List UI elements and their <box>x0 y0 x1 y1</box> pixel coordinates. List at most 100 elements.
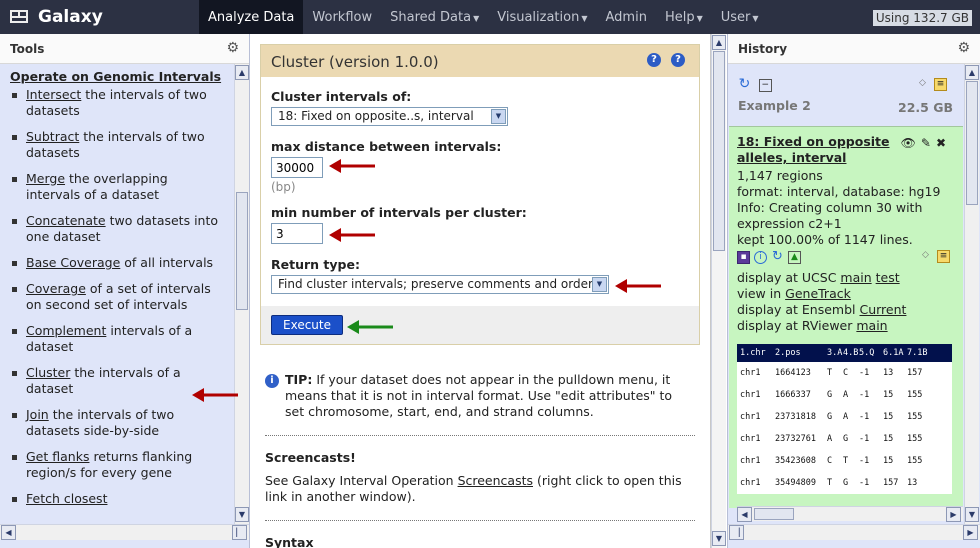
scroll-thumb[interactable] <box>236 192 248 310</box>
tool-panel-footer-scrollbar[interactable]: ◀ ▏ <box>0 524 249 540</box>
tool-link[interactable]: Fetch closest <box>26 491 107 506</box>
peek-cell: 1664123 <box>775 368 811 378</box>
peek-header-cell: 2.pos <box>775 348 801 358</box>
ensembl-current-link[interactable]: Current <box>859 302 906 317</box>
min-intervals-input[interactable] <box>271 223 323 244</box>
tool-section-title[interactable]: Operate on Genomic Intervals <box>10 69 234 84</box>
cluster-of-select[interactable]: 18: Fixed on opposite..s, interval ▼ <box>271 107 508 126</box>
peek-cell: 15 <box>883 390 894 400</box>
pencil-icon[interactable]: ✎ <box>921 136 936 150</box>
rviewer-label: display at RViewer <box>737 318 857 333</box>
genetrack-link[interactable]: GeneTrack <box>785 286 851 301</box>
collapse-left-icon[interactable]: ▏ <box>232 525 247 540</box>
divider <box>265 520 695 521</box>
screencasts-link[interactable]: Screencasts <box>458 473 533 488</box>
tool-item: Intersect the intervals of two datasets <box>10 87 225 119</box>
scroll-left-arrow-icon[interactable]: ◀ <box>1 525 16 540</box>
dataset-hscrollbar[interactable]: ◀ ▶ <box>737 506 963 522</box>
tool-help-icon[interactable]: ? <box>671 53 685 67</box>
annotation-icon[interactable]: ≡ <box>934 78 947 91</box>
ucsc-test-link[interactable]: test <box>876 270 900 285</box>
tool-options-icon[interactable]: ? <box>647 53 661 67</box>
tool-item: Fetch closest <box>10 491 225 507</box>
collapse-icon[interactable]: − <box>758 79 772 92</box>
nav-tab-shared-data[interactable]: Shared Data ▼ <box>381 0 488 34</box>
scroll-down-arrow-icon[interactable]: ▼ <box>235 507 249 522</box>
tool-item: Get flanks returns flanking region/s for… <box>10 449 225 481</box>
nav-tab-visualization[interactable]: Visualization ▼ <box>488 0 596 34</box>
scroll-left-arrow-icon[interactable]: ◀ <box>737 507 752 522</box>
chevron-down-icon[interactable]: ▼ <box>592 277 607 292</box>
scroll-thumb[interactable] <box>713 51 725 251</box>
tool-link[interactable]: Cluster <box>26 365 70 380</box>
display-ucsc-label: display at UCSC <box>737 270 841 285</box>
tool-link[interactable]: Get flanks <box>26 449 89 464</box>
center-scrollbar[interactable]: ▲ ▼ <box>711 34 726 548</box>
tool-link[interactable]: Coverage <box>26 281 86 296</box>
nav-tab-label: User <box>720 9 751 25</box>
history-footer-scrollbar[interactable]: ▕ ▶ <box>728 524 980 540</box>
execute-button[interactable]: Execute <box>271 315 343 335</box>
tool-panel-gear-icon[interactable]: ⚙ <box>226 40 239 56</box>
scroll-up-arrow-icon[interactable]: ▲ <box>235 65 249 80</box>
visualize-icon[interactable]: ▲ <box>788 251 801 264</box>
tool-panel-header: Tools ⚙ <box>0 34 249 64</box>
history-scrollbar[interactable]: ▲ ▼ <box>964 64 979 524</box>
peek-cell: 1666337 <box>775 390 811 400</box>
tool-panel-scrollbar[interactable]: ▲ ▼ <box>234 64 249 524</box>
peek-cell: -1 <box>859 456 870 466</box>
tag-icon[interactable]: ◇ <box>916 78 929 91</box>
eye-icon[interactable]: 👁 <box>901 136 921 150</box>
rerun-icon[interactable]: ↻ <box>771 250 784 264</box>
delete-icon[interactable]: ✖ <box>936 136 951 150</box>
refresh-icon[interactable]: ↻ <box>738 77 751 92</box>
history-size: 22.5 GB <box>898 100 953 115</box>
tool-link[interactable]: Complement <box>26 323 106 338</box>
peek-cell: G <box>827 412 833 422</box>
peek-cell: T <box>827 368 833 378</box>
rviewer-main-link[interactable]: main <box>856 318 887 333</box>
brand[interactable]: Galaxy <box>8 5 103 29</box>
return-type-select[interactable]: Find cluster intervals; preserve comment… <box>271 275 609 294</box>
scroll-down-arrow-icon[interactable]: ▼ <box>965 507 979 522</box>
scroll-up-arrow-icon[interactable]: ▲ <box>965 65 979 80</box>
tool-link[interactable]: Concatenate <box>26 213 106 228</box>
tip-label: TIP: <box>285 372 313 387</box>
nav-tab-user[interactable]: User ▼ <box>712 0 768 34</box>
tool-link[interactable]: Subtract <box>26 129 79 144</box>
collapse-right-icon[interactable]: ▕ <box>729 525 744 540</box>
chevron-down-icon[interactable]: ▼ <box>491 109 506 124</box>
scroll-down-arrow-icon[interactable]: ▼ <box>712 531 726 546</box>
screencasts-text: See Galaxy Interval Operation Screencast… <box>265 473 695 505</box>
history-gear-icon[interactable]: ⚙ <box>957 40 970 56</box>
tool-link[interactable]: Intersect <box>26 87 81 102</box>
tool-link[interactable]: Merge <box>26 171 65 186</box>
scroll-thumb[interactable] <box>966 81 978 205</box>
save-icon[interactable]: ▪ <box>737 251 750 264</box>
tag-icon[interactable]: ◇ <box>919 250 932 263</box>
annotation-arrow-icon <box>329 228 375 242</box>
ucsc-main-link[interactable]: main <box>840 270 871 285</box>
peek-body: chr1 1664123 T C -1 13 157 chr1 1666337 G A -1 15 155… <box>737 362 952 494</box>
peek-cell: G <box>843 478 849 488</box>
scroll-right-arrow-icon[interactable]: ▶ <box>946 507 961 522</box>
annotation-icon[interactable]: ≡ <box>937 250 950 263</box>
nav-tab-help[interactable]: Help ▼ <box>656 0 712 34</box>
dataset-format: format: interval, database: hg19 <box>737 184 941 199</box>
tool-link[interactable]: Base Coverage <box>26 255 120 270</box>
scroll-up-arrow-icon[interactable]: ▲ <box>712 35 726 50</box>
info-icon[interactable]: i <box>754 251 767 264</box>
next-heading: Syntax <box>265 535 314 548</box>
nav-tab-admin[interactable]: Admin <box>597 0 656 34</box>
scroll-thumb[interactable] <box>754 508 794 520</box>
nav-tab-workflow[interactable]: Workflow <box>303 0 381 34</box>
max-distance-input[interactable] <box>271 157 323 178</box>
chevron-down-icon: ▼ <box>696 13 703 23</box>
return-type-label: Return type: <box>271 257 360 272</box>
scroll-right-arrow-icon[interactable]: ▶ <box>963 525 978 540</box>
tool-link[interactable]: Join <box>26 407 49 422</box>
nav-tab-analyze-data[interactable]: Analyze Data <box>199 0 304 34</box>
peek-cell: A <box>827 434 833 444</box>
dataset-title[interactable]: 18: Fixed on opposite alleles, interval <box>737 134 897 166</box>
peek-header-cell: 5.Q <box>859 348 875 358</box>
